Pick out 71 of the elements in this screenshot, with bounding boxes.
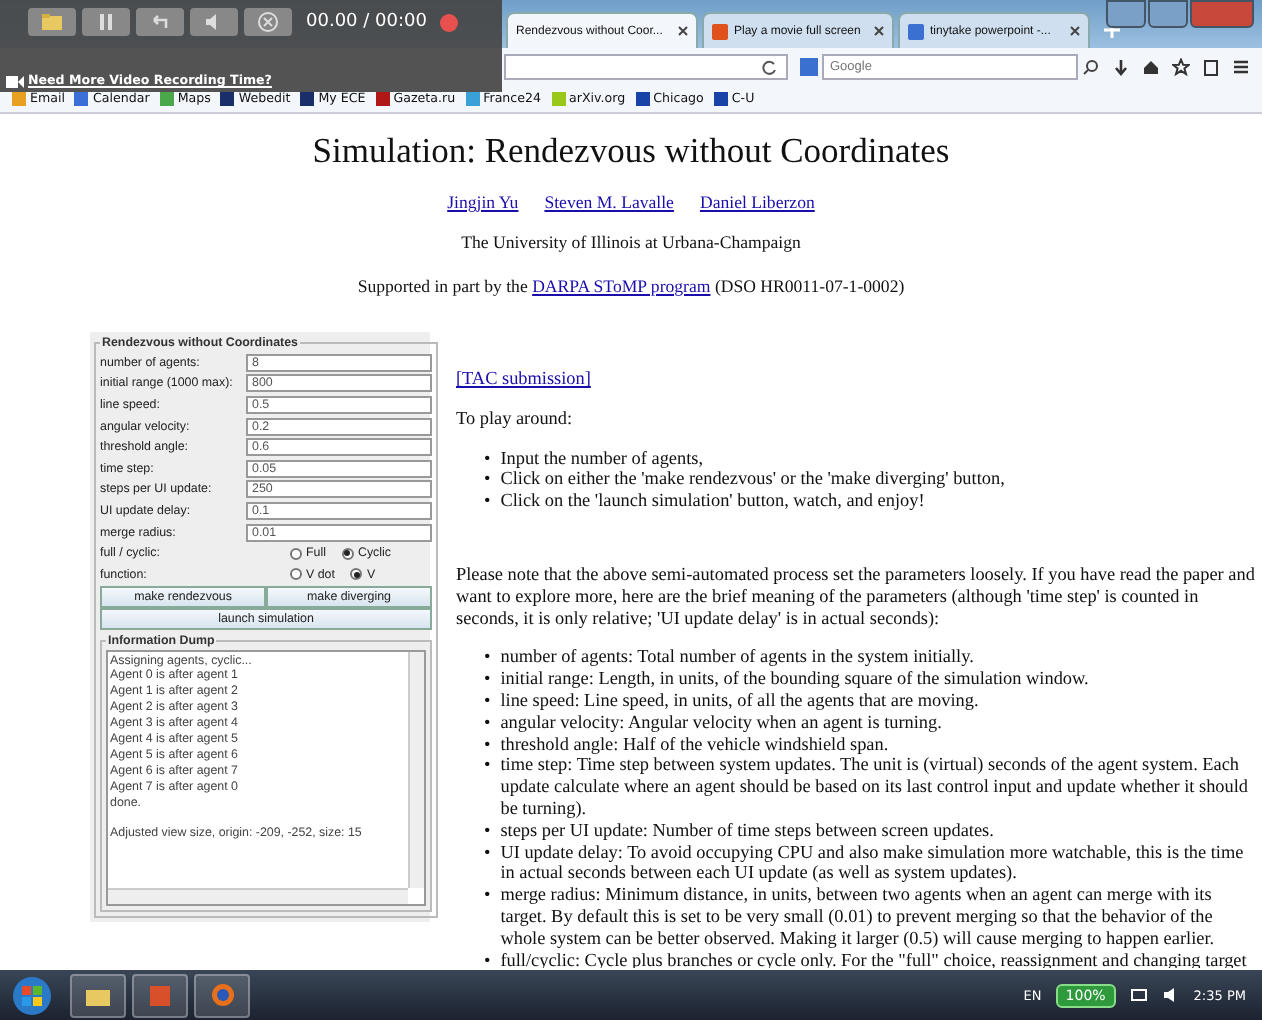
pause-icon (94, 10, 118, 34)
bullet: • (484, 754, 491, 779)
bullet: • (484, 711, 491, 734)
pause-button[interactable] (82, 8, 130, 36)
bullet: • (484, 949, 491, 968)
scrollbar[interactable] (408, 651, 424, 888)
author-link[interactable]: Steven M. Lavalle (544, 192, 674, 212)
author-link[interactable]: Jingjin Yu (447, 192, 519, 212)
definition-item: initial range: Length, in units, of the bounding square of the simulation window. (500, 668, 1089, 690)
start-button[interactable] (12, 975, 52, 1015)
step-item: Input the number of agents, (500, 447, 704, 469)
stop-icon (256, 10, 280, 34)
intro-text: To play around: (456, 407, 575, 430)
bullet: • (484, 819, 491, 842)
bullet: • (484, 468, 491, 491)
definition-item: UI update delay: To avoid occupying CPU and also make simulation more watchable, this is the time in actual seconds between each UI update (as well as system updates). (500, 841, 1246, 885)
taskbar-app[interactable] (132, 973, 188, 1017)
folder-icon (86, 985, 110, 1005)
bullet: • (484, 733, 491, 755)
bullet: • (484, 646, 491, 669)
close-icon[interactable] (1070, 26, 1080, 36)
stop-button[interactable] (244, 8, 292, 36)
bullet: • (484, 841, 491, 866)
taskbar-app[interactable] (194, 973, 250, 1017)
camera-icon (6, 76, 24, 88)
page-title: Simulation: Rendezvous without Coordinates (310, 130, 952, 172)
globe-icon (211, 984, 233, 1006)
close-icon[interactable] (678, 26, 688, 36)
note-paragraph: Please note that the above semi-automated process set the parameters loosely. If you have read the paper and want to explore more, here are the brief meaning of the parameters (although 'time step' is counted in seconds, it is only relative; 'UI update delay' is in actual seconds): (456, 563, 1257, 629)
search-icon[interactable] (1082, 57, 1100, 75)
scrollbar[interactable] (108, 887, 408, 904)
affiliation-text: The University of Illinois at Urbana-Champaign (459, 232, 803, 252)
taskbar-app[interactable] (70, 973, 126, 1017)
menu-icon[interactable] (1232, 57, 1250, 75)
bullet: • (484, 668, 491, 690)
speaker-icon[interactable] (1161, 986, 1180, 1004)
bullet: • (484, 884, 491, 909)
definition-item: time step: Time step between system updates. The unit is (virtual) seconds of the agent system. Each update calculate where an agent should be based on its last control input and update whether it should be turning). (500, 754, 1250, 820)
definition-item: threshold angle: Half of the vehicle windshield span. (500, 733, 889, 755)
reload-icon[interactable] (760, 57, 778, 75)
definition-item: line speed: Line speed, in units, of all the agents that are moving. (500, 689, 979, 712)
support-text: Supported in part by the DARPA SToMP program (DSO HR0011-07-1-0002) (355, 276, 907, 296)
record-indicator (440, 13, 459, 31)
program-link[interactable]: DARPA SToMP program (532, 276, 711, 296)
speaker-button[interactable] (190, 8, 238, 36)
slides-icon (150, 985, 170, 1005)
star-icon[interactable] (1172, 57, 1190, 75)
bullet: • (484, 447, 491, 469)
step-item: Click on either the 'make rendezvous' or the 'make diverging' button, (500, 468, 1005, 491)
definition-item: steps per UI update: Number of time steps between screen updates. (500, 819, 994, 842)
definition-item: angular velocity: Angular velocity when an agent is turning. (500, 711, 942, 734)
step-item: Click on the 'launch simulation' button, watch, and enjoy! (500, 490, 925, 512)
close-icon[interactable] (874, 26, 884, 36)
favicon-icon (712, 23, 728, 39)
folder-icon (40, 10, 64, 34)
home-icon[interactable] (1142, 57, 1160, 75)
recording-time: 00.00 / 00:00 (306, 12, 427, 32)
maximize-button[interactable] (1148, 0, 1188, 28)
tac-link[interactable]: [TAC submission] (456, 368, 591, 388)
author-link[interactable]: Daniel Liberzon (699, 192, 815, 212)
undo-icon (148, 10, 172, 34)
search-engine-icon[interactable] (800, 57, 818, 75)
download-icon[interactable] (1112, 57, 1130, 75)
undo-button[interactable] (136, 8, 184, 36)
definition-item: number of agents: Total number of agents in the system initially. (500, 646, 974, 669)
definition-item: merge radius: Minimum distance, in units, between two agents when an agent can merge with its target. By default this is set to be very small (0.01) to prevent merging so that the behavior of the whole system can be better observed. Making it larger (0.5) will cause merging to happen earlier. (500, 884, 1217, 950)
bullet: • (484, 490, 491, 512)
favicon-icon (908, 23, 924, 39)
clipboard-icon[interactable] (1202, 57, 1220, 75)
bullet: • (484, 689, 491, 712)
network-icon[interactable] (1129, 986, 1148, 1004)
